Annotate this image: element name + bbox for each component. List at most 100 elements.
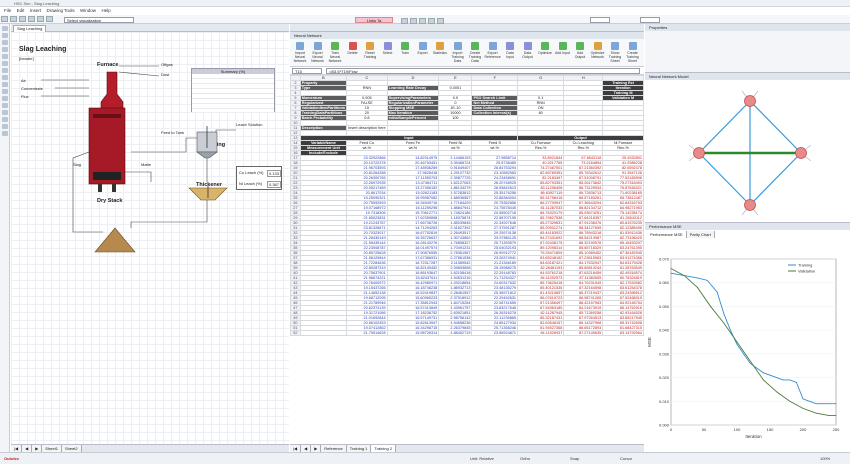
open-icon[interactable] xyxy=(10,16,17,22)
grid-cell[interactable]: 87.27149635 xyxy=(563,330,604,336)
data-point xyxy=(706,279,708,281)
line-icon[interactable] xyxy=(2,33,8,38)
status-snap[interactable]: Snap xyxy=(570,456,579,461)
status-ortho[interactable]: Ortho xyxy=(520,456,530,461)
ribbon-button-delete[interactable]: Delete xyxy=(345,42,361,55)
grid-cell[interactable]: 84.11526937 xyxy=(517,330,565,336)
tab-reference[interactable]: Reference xyxy=(321,445,347,452)
data-point xyxy=(723,313,725,314)
stream-icon[interactable] xyxy=(2,61,8,66)
ribbon-button-create-training-data[interactable]: Create Training Data xyxy=(467,42,483,63)
pointer-icon[interactable] xyxy=(2,26,8,31)
grid-cell[interactable]: TrainingDataPartitions xyxy=(299,110,348,116)
image-icon[interactable] xyxy=(2,131,8,136)
menu-help[interactable]: Help xyxy=(101,7,110,15)
ribbon-button-export[interactable]: Export xyxy=(415,42,431,55)
valve-icon[interactable] xyxy=(2,96,8,101)
splitter-icon[interactable] xyxy=(2,110,8,115)
tab-training-1[interactable]: Training 1 xyxy=(346,445,372,452)
sheet-tab-2[interactable]: Sheet2 xyxy=(61,445,82,452)
node-right[interactable] xyxy=(795,147,807,159)
text-icon[interactable] xyxy=(2,54,8,59)
sheet-nav-prev[interactable]: ◀ xyxy=(22,445,33,452)
ribbon-button-import-training-data[interactable]: Import Training Data xyxy=(450,42,466,63)
rect-icon[interactable] xyxy=(2,40,8,45)
menu-drawing-tools[interactable]: Drawing Tools xyxy=(46,7,74,15)
flowsheet-canvas[interactable]: Slag Leaching [header] Furnace Offgas Du… xyxy=(11,32,289,444)
tab-slag-leaching[interactable]: Slag Leaching xyxy=(13,25,47,32)
ribbon-button-create-training-sheet[interactable]: Create Training Sheet xyxy=(625,42,641,63)
grid-cell[interactable]: 83.14792564 xyxy=(602,330,644,336)
grid-cell[interactable]: SupervisingParameters xyxy=(386,95,440,101)
ribbon-button-data-input[interactable]: Data Input xyxy=(502,42,518,59)
table-icon[interactable] xyxy=(2,124,8,129)
tab-performance-mse[interactable]: Performance MSE xyxy=(647,231,687,238)
sheet-nav-next[interactable]: ▶ xyxy=(32,445,43,452)
ribbon-button-reset-training[interactable]: Reset Training xyxy=(362,42,378,59)
sheet-tab-1[interactable]: Sheet1 xyxy=(42,445,62,452)
ribbon-button-optimize[interactable]: Optimize xyxy=(537,42,553,55)
ribbon-button-data-output[interactable]: Data Output xyxy=(520,42,536,59)
nn-nav-prev[interactable]: ◀ xyxy=(301,445,312,452)
summary-panel: Summary (%) xyxy=(191,68,275,112)
y-tick-label: 0.000 xyxy=(659,423,670,428)
ribbon-button-add-output[interactable]: Add Output xyxy=(572,42,588,59)
ribbon-button-import-neural-network[interactable]: Import Neural Network xyxy=(292,42,308,63)
ribbon-button-show-training-sheet[interactable]: Show Training Sheet xyxy=(607,42,623,63)
unit-icon[interactable] xyxy=(2,68,8,73)
x-tick-label: 50 xyxy=(702,427,707,432)
nn-nav-next[interactable]: ▶ xyxy=(311,445,322,452)
copy-icon[interactable] xyxy=(37,16,44,22)
tank-icon[interactable] xyxy=(2,82,8,87)
grid-cell[interactable]: 23.56924871 xyxy=(471,330,519,336)
zoom-select[interactable] xyxy=(640,17,660,23)
links-button[interactable]: Links Ta xyxy=(355,17,393,23)
sheet-nav-first[interactable]: |◀ xyxy=(11,445,23,452)
formula-input[interactable]: =B3.5*T19/Flow xyxy=(326,68,640,74)
grid-cell[interactable]: Collection Interval(s) xyxy=(471,110,519,116)
cut-icon[interactable] xyxy=(28,16,35,22)
ribbon-button-statistics[interactable]: Statistics xyxy=(432,42,448,55)
data-point xyxy=(829,415,830,416)
node-bottom[interactable] xyxy=(744,199,756,211)
node-left[interactable] xyxy=(693,147,705,159)
save-icon[interactable] xyxy=(19,16,26,22)
paste-icon[interactable] xyxy=(46,16,53,22)
ribbon-button-add-input[interactable]: Add Input xyxy=(555,42,571,55)
grid-cell[interactable]: 15.98726314 xyxy=(386,330,440,336)
visualization-select[interactable]: Select visualization xyxy=(64,17,134,23)
mixer-icon[interactable] xyxy=(2,103,8,108)
cell-reference[interactable]: T15 xyxy=(292,68,322,74)
row-number[interactable]: 52 xyxy=(290,330,301,336)
tab-parity-chart[interactable]: Parity Chart xyxy=(686,231,715,238)
training-grid[interactable]: B C D E F G H 2 Property Training Rel 3 Type RNN Lear… xyxy=(290,75,644,444)
ribbon-button-train[interactable]: Train xyxy=(397,42,413,55)
ribbon-button-train-neural-network[interactable]: Train Neural Network xyxy=(327,42,343,63)
new-icon[interactable] xyxy=(1,16,8,22)
ribbon-button-optimize-network[interactable]: Optimize Network xyxy=(590,42,606,59)
pump-icon[interactable] xyxy=(2,89,8,94)
pipe-icon[interactable] xyxy=(2,75,8,80)
menu-file[interactable]: File xyxy=(4,7,11,15)
grid-cell[interactable] xyxy=(299,330,348,336)
grid-cell[interactable]: 1.88452719 xyxy=(438,330,473,336)
menu-window[interactable]: Window xyxy=(80,7,96,15)
grid-cell[interactable]: ValidationItemPartitions xyxy=(299,105,348,111)
nn-nav-first[interactable]: |◀ xyxy=(290,445,302,452)
line-width-select[interactable] xyxy=(590,17,610,23)
ribbon-button-export-reference[interactable]: Export Reference xyxy=(485,42,501,59)
grid-cell[interactable]: RegularizationParameter xyxy=(386,100,440,106)
tab-training-2[interactable]: Training 2 xyxy=(371,445,397,452)
status-zoom[interactable]: 100% xyxy=(820,456,830,461)
ribbon-button-export-neural-network[interactable]: Export Neural Network xyxy=(310,42,326,63)
nn-model-title: Neural Network Model xyxy=(645,73,850,80)
grid-cell[interactable]: Insert description here xyxy=(346,125,388,131)
chart-icon[interactable] xyxy=(2,117,8,122)
node-top[interactable] xyxy=(744,95,756,107)
unit-cell[interactable]: Measurement Unit xyxy=(299,145,348,151)
ribbon-button-select[interactable]: Select xyxy=(380,42,396,55)
menu-edit[interactable]: Edit xyxy=(17,7,25,15)
ellipse-icon[interactable] xyxy=(2,47,8,52)
menu-insert[interactable]: Insert xyxy=(30,7,41,15)
grid-cell[interactable]: 21.79514628 xyxy=(346,330,388,336)
